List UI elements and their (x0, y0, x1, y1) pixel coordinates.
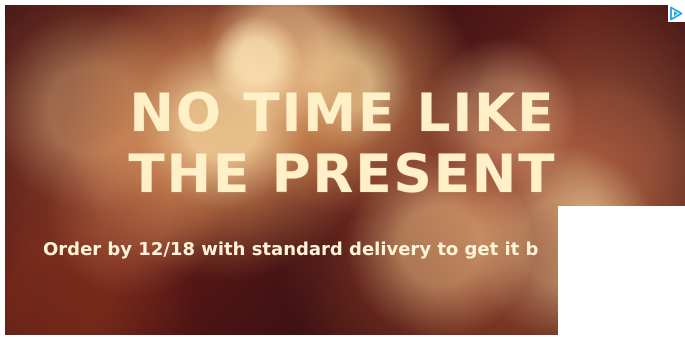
delivery-message: Order by 12/18 with standard delivery to… (43, 239, 539, 260)
adchoices-button[interactable] (668, 5, 685, 22)
headline-line-two: THE PRESENT (128, 144, 557, 205)
headline-line-one: NO TIME LIKE (129, 83, 556, 144)
play-arrow-icon (670, 6, 683, 21)
page-overlay-area (558, 206, 685, 337)
ad-headline: NO TIME LIKE THE PRESENT (5, 83, 680, 205)
